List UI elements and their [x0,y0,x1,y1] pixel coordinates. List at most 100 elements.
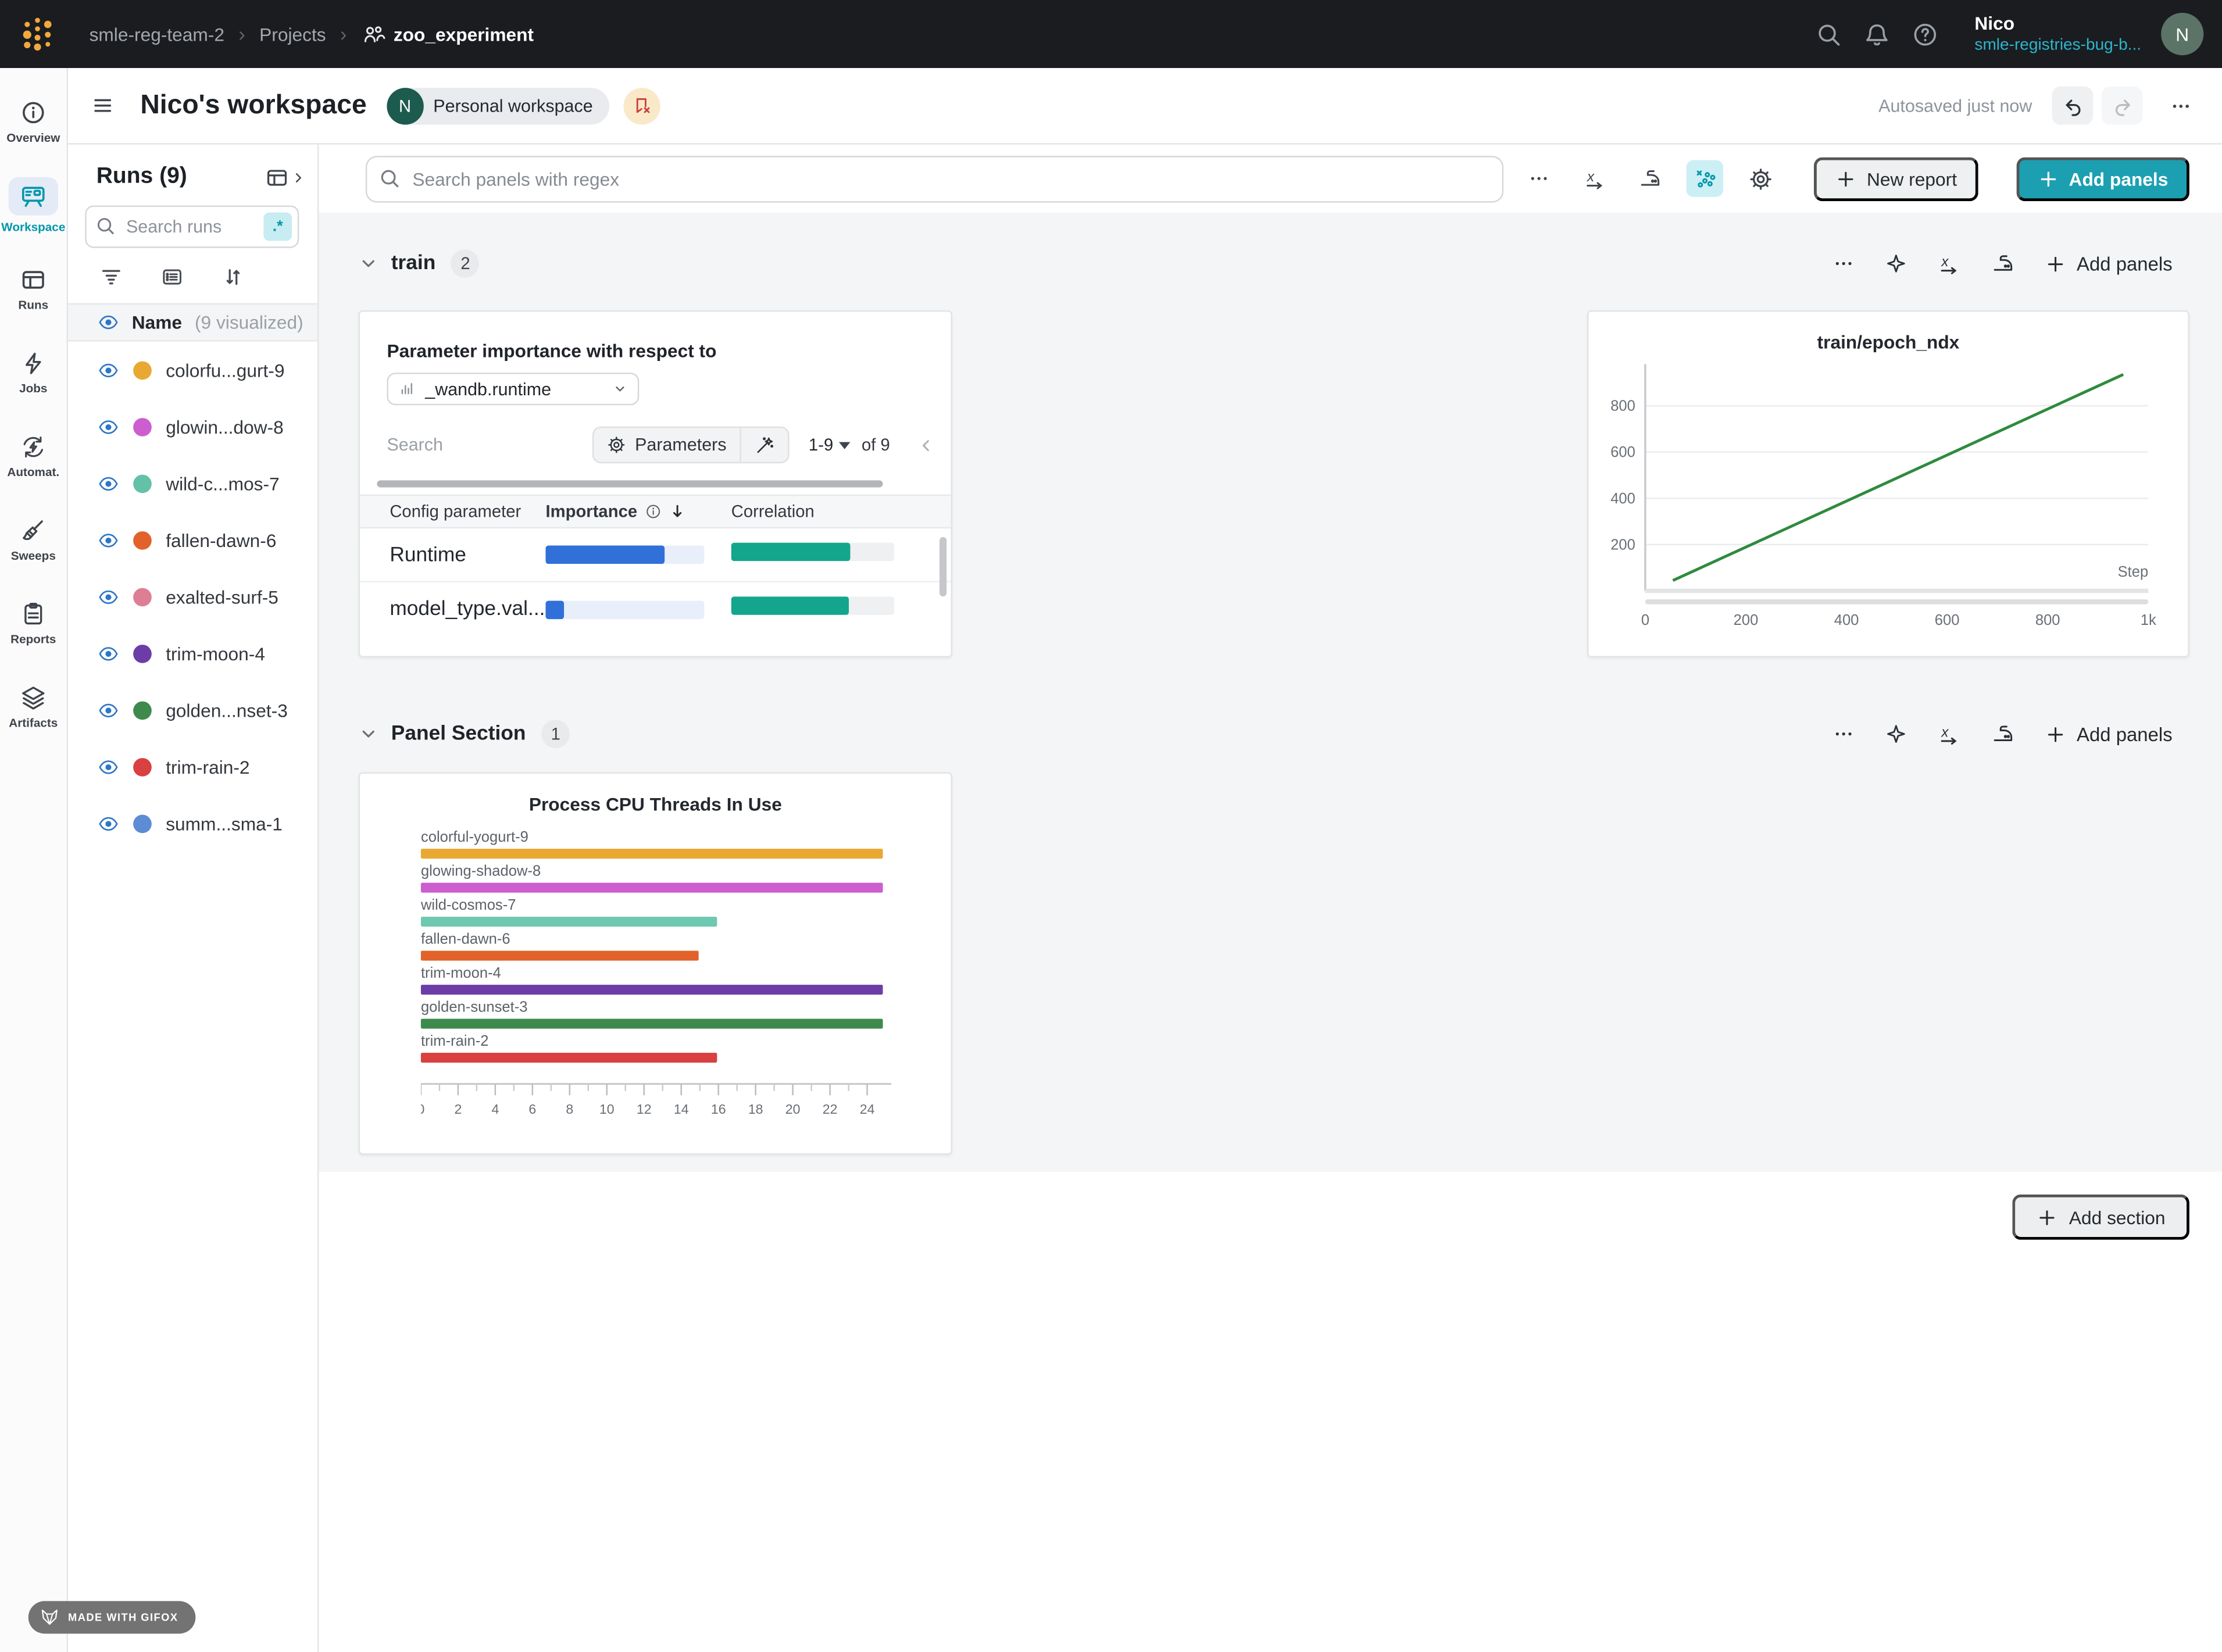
notifications-bell-icon[interactable] [1853,10,1901,58]
overflow-menu-icon[interactable] [1833,723,1856,745]
personal-workspace-badge[interactable]: N Personal workspace [387,87,610,124]
overflow-menu-icon[interactable] [1833,252,1856,275]
team-members-icon [361,22,385,46]
section-title[interactable]: train [391,252,436,275]
redo-button[interactable] [2102,87,2143,125]
sparkle-icon[interactable] [1885,252,1908,275]
hamburger-menu-icon[interactable] [91,94,115,117]
parameters-button[interactable]: Parameters [594,428,739,462]
run-color-dot [133,474,152,492]
magic-wand-icon[interactable] [741,428,787,462]
run-color-dot [133,644,152,663]
visibility-eye-icon[interactable] [98,642,119,664]
breadcrumb-team[interactable]: smle-reg-team-2 [90,23,224,45]
add-section-button[interactable]: Add section [2012,1195,2189,1240]
horizontal-scrollbar[interactable] [377,480,883,487]
run-list-item[interactable]: trim-moon-4 [68,625,317,682]
x-axis-settings-icon[interactable]: x [1576,160,1613,196]
x-axis-settings-icon[interactable]: x [1938,722,1962,746]
sidebar-item-automat[interactable]: Automat. [0,414,67,498]
filter-icon[interactable] [99,265,123,289]
svg-text:14: 14 [674,1102,689,1117]
bar [421,985,883,995]
run-color-dot [133,531,152,549]
svg-text:22: 22 [823,1102,838,1117]
visibility-eye-icon[interactable] [98,813,119,834]
workspace-overflow-menu-icon[interactable] [2160,87,2202,125]
run-list-item[interactable]: exalted-surf-5 [68,568,317,625]
panel-sweep-iron-icon[interactable] [1992,722,2016,746]
svg-text:Step: Step [2118,564,2149,580]
visibility-eye-icon[interactable] [98,699,119,721]
pagination[interactable]: 1-9 of 9 [809,435,890,455]
chevron-down-icon[interactable] [359,724,378,744]
settings-gear-icon[interactable] [1742,160,1779,196]
svg-text:20: 20 [785,1102,801,1117]
run-list-item[interactable]: colorfu...gurt-9 [68,341,317,398]
breadcrumb-separator: › [238,23,245,45]
run-list-item[interactable]: fallen-dawn-6 [68,512,317,568]
sidebar-item-artifacts[interactable]: Artifacts [0,664,67,748]
sidebar-item-sweeps[interactable]: Sweeps [0,498,67,581]
clipboard-icon [20,600,47,627]
sidebar-item-reports[interactable]: Reports [0,581,67,664]
workspace-icon [9,176,58,214]
sidebar-item-workspace[interactable]: Workspace [0,163,67,246]
run-list-item[interactable]: golden...nset-3 [68,681,317,738]
search-icon[interactable] [1805,10,1853,58]
metric-dropdown[interactable]: _wandb.runtime [387,373,639,405]
help-icon[interactable] [1901,10,1949,58]
visibility-eye-icon[interactable] [98,359,119,381]
user-menu[interactable]: Nico smle-registries-bug-b... [1974,12,2141,56]
search-panels-input[interactable] [366,155,1504,202]
section-add-panels-button[interactable]: Add panels [2045,723,2172,745]
wandb-logo-icon[interactable] [20,15,58,53]
parameters-segmented-control: Parameters [592,427,789,463]
visibility-eye-icon[interactable] [98,529,119,550]
vertical-scrollbar[interactable] [939,537,946,596]
cpu-threads-bar-chart-panel[interactable]: Process CPU Threads In Use colorful-yogu… [359,772,952,1154]
overflow-menu-icon[interactable] [1521,160,1557,196]
section-panel-count: 2 [451,249,480,278]
run-list-item[interactable]: trim-rain-2 [68,738,317,795]
new-report-button[interactable]: New report [1814,156,1978,201]
run-list-item[interactable]: glowin...dow-8 [68,398,317,455]
bookmark-x-icon[interactable] [624,87,660,124]
breadcrumb-projects[interactable]: Projects [259,23,326,45]
visibility-all-eye-icon[interactable] [98,312,119,333]
section-title[interactable]: Panel Section [391,723,526,745]
visibility-eye-icon[interactable] [98,756,119,777]
undo-button[interactable] [2052,87,2094,125]
run-list-item[interactable]: wild-c...mos-7 [68,455,317,512]
chevron-left-icon[interactable] [917,436,935,455]
scatter-tool-icon[interactable] [1687,160,1723,196]
sidebar-item-runs[interactable]: Runs [0,246,67,330]
sidebar-item-overview[interactable]: Overview [0,80,67,163]
breadcrumb-project[interactable]: zoo_experiment [361,22,534,46]
visibility-eye-icon[interactable] [98,416,119,437]
importance-search-placeholder[interactable]: Search [387,435,443,455]
svg-text:800: 800 [1610,398,1635,414]
runs-sidebar-header: Runs (9) [68,145,317,190]
epoch-line-chart-panel[interactable]: train/epoch_ndx 200400600800Step02004006… [1587,310,2189,657]
visibility-eye-icon[interactable] [98,473,119,494]
x-axis-settings-icon[interactable]: x [1938,252,1962,276]
sort-icon[interactable] [221,265,245,289]
avatar[interactable]: N [2161,13,2203,55]
section-add-panels-button[interactable]: Add panels [2045,253,2172,274]
run-list-item[interactable]: summ...sma-1 [68,795,317,852]
panel-sweep-iron-icon[interactable] [1631,160,1668,196]
bar-label: trim-rain-2 [421,1033,888,1050]
sidebar-item-jobs[interactable]: Jobs [0,330,67,414]
bar-label: fallen-dawn-6 [421,931,888,947]
add-panels-button[interactable]: Add panels [2016,156,2189,201]
visibility-eye-icon[interactable] [98,586,119,607]
parameter-importance-panel[interactable]: Parameter importance with respect to _wa… [359,310,952,657]
panel-sweep-iron-icon[interactable] [1992,252,2016,276]
expand-runs-table-button[interactable] [265,165,306,189]
chevron-down-icon[interactable] [359,253,378,273]
sparkle-icon[interactable] [1885,723,1908,745]
run-color-dot [133,587,152,606]
regex-toggle[interactable]: .* [263,213,292,241]
run-list-settings-icon[interactable] [160,265,184,289]
